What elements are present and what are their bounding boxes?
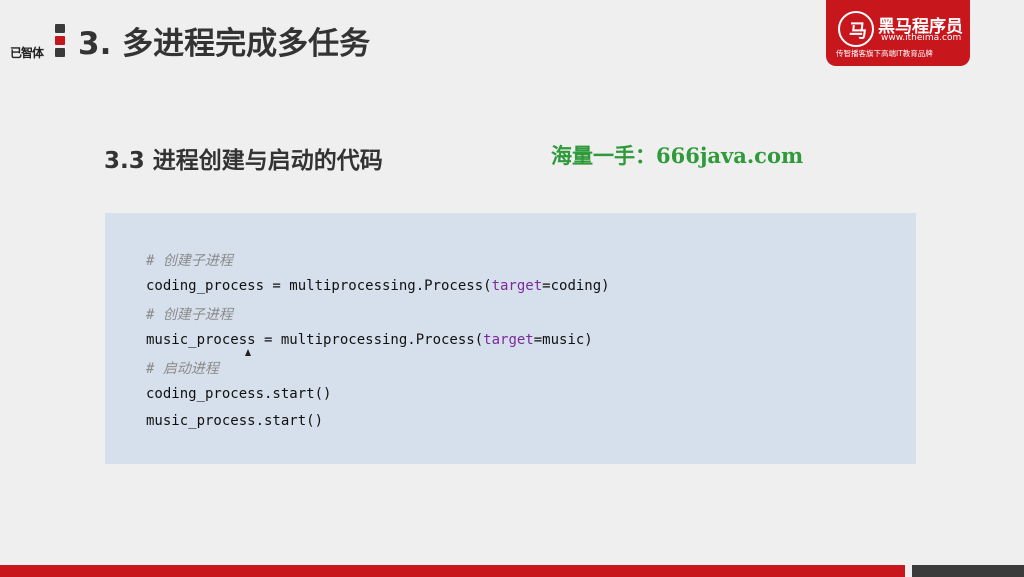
top-left-mark: 已智体 (10, 46, 44, 60)
slide-subtitle: 3.3 进程创建与启动的代码 (104, 148, 383, 174)
code-line: coding_process = multiprocessing.Process… (146, 278, 610, 294)
section-bars-icon (55, 24, 65, 60)
horse-logo-icon: 马 (838, 11, 874, 47)
code-block: # 创建子进程 coding_process = multiprocessing… (105, 213, 916, 464)
code-comment: # 创建子进程 (146, 253, 233, 269)
mouse-cursor-icon (245, 349, 251, 356)
footer-bar-red (0, 565, 905, 577)
brand-tagline: 传智播客旗下高端IT教育品牌 (836, 49, 933, 58)
code-line: music_process = multiprocessing.Process(… (146, 332, 593, 348)
brand-url: www.itheima.com (881, 33, 962, 43)
code-line: music_process.start() (146, 413, 324, 429)
brand-logo: 马 黑马程序员 www.itheima.com 传智播客旗下高端IT教育品牌 (826, 0, 970, 66)
code-comment: # 创建子进程 (146, 307, 233, 323)
watermark-text: 海量一手：666java.com (551, 143, 804, 168)
footer-bar-gray (912, 565, 1024, 577)
code-line: coding_process.start() (146, 386, 332, 402)
section-title: 3. 多进程完成多任务 (78, 26, 371, 62)
code-comment: # 启动进程 (146, 361, 219, 377)
